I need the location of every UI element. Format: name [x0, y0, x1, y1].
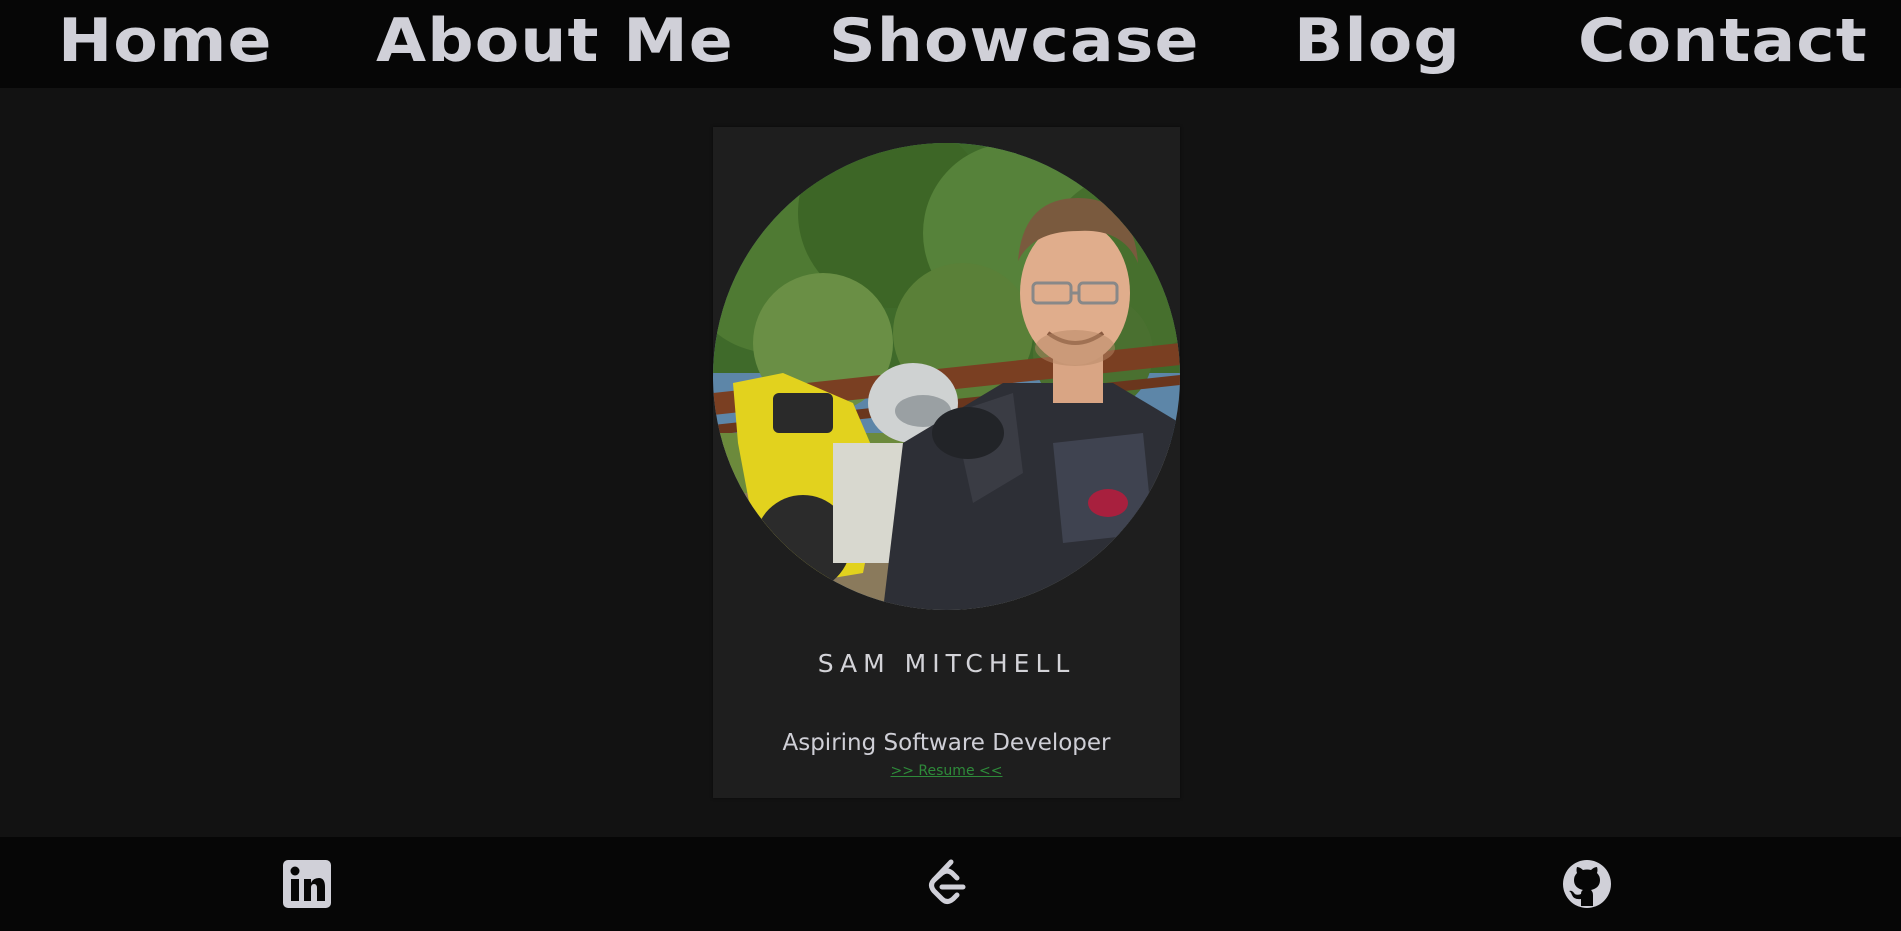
github-icon	[1563, 860, 1611, 908]
footer-social-bar	[0, 837, 1901, 931]
linkedin-link[interactable]	[280, 857, 334, 911]
linkedin-icon	[283, 860, 331, 908]
leetcode-icon	[929, 859, 966, 904]
profile-card: SAM MITCHELL Aspiring Software Developer…	[713, 127, 1180, 798]
leetcode-link[interactable]	[920, 857, 974, 911]
nav-home-link[interactable]: Home	[58, 0, 273, 82]
top-navigation: Home About Me Showcase Blog Contact	[0, 0, 1901, 88]
nav-showcase-link[interactable]: Showcase	[829, 0, 1199, 82]
nav-about-me-link[interactable]: About Me	[376, 0, 734, 82]
profile-name: SAM MITCHELL	[817, 649, 1076, 678]
resume-link[interactable]: >> Resume <<	[713, 763, 1180, 779]
github-link[interactable]	[1560, 857, 1614, 911]
profile-photo	[713, 143, 1180, 610]
nav-blog-link[interactable]: Blog	[1294, 0, 1461, 82]
profile-role: Aspiring Software Developer	[782, 730, 1111, 756]
profile-photo-image	[713, 143, 1180, 610]
nav-contact-link[interactable]: Contact	[1578, 0, 1868, 82]
